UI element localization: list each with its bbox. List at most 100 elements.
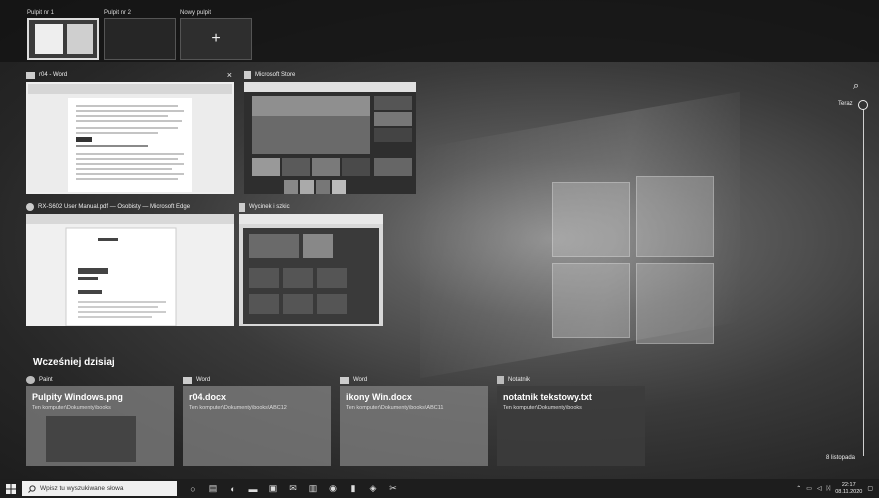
edge-icon[interactable]: ◐ xyxy=(223,479,243,498)
chevron-up-icon[interactable]: ⌃ xyxy=(796,485,801,492)
windows-icon xyxy=(6,483,16,494)
mini-window xyxy=(67,24,93,54)
activity-app: Paint xyxy=(26,374,174,386)
snip-icon[interactable]: ✂ xyxy=(383,479,403,498)
taskbar: Wpisz tu wyszukiwane słowa ○ ▤ ◐ ▬ ▣ ✉ ▥… xyxy=(0,479,879,498)
window-preview[interactable] xyxy=(244,82,416,194)
desktop-thumbnail[interactable] xyxy=(27,18,99,60)
window-title-bar: Microsoft Store xyxy=(244,68,416,82)
activity-card-notepad[interactable]: Notatnik notatnik tekstowy.txt Ten kompu… xyxy=(497,374,645,466)
desktop-label: Pulpit nr 2 xyxy=(104,10,132,16)
taskbar-search-box[interactable]: Wpisz tu wyszukiwane słowa xyxy=(22,481,177,496)
window-title: Microsoft Store xyxy=(255,72,296,78)
clock[interactable]: 22:17 08.11.2020 xyxy=(835,482,862,496)
activity-name: notatnik tekstowy.txt xyxy=(503,392,592,402)
store-icon xyxy=(244,71,251,79)
timeline-scrollbar[interactable] xyxy=(863,104,864,456)
window-title: RX-S602 User Manual.pdf — Osobisty — Mic… xyxy=(38,204,191,210)
virtual-desktops-bar: Pulpit nr 1 Pulpit nr 2 Nowy pulpit + xyxy=(0,0,879,62)
activity-name: Pulpity Windows.png xyxy=(32,392,123,402)
activity-name: r04.docx xyxy=(189,392,227,402)
activity-card[interactable]: Pulpity Windows.png Ten komputer\Dokumen… xyxy=(26,386,174,466)
activity-card[interactable]: r04.docx Ten komputer\Dokumenty\books\AB… xyxy=(183,386,331,466)
timeline-now-marker[interactable] xyxy=(858,100,868,110)
search-icon xyxy=(28,484,36,493)
paint-icon xyxy=(26,376,35,384)
chrome-icon[interactable]: ◉ xyxy=(323,479,343,498)
window-title-bar: Wycinek i szkic xyxy=(239,200,383,214)
search-placeholder: Wpisz tu wyszukiwane słowa xyxy=(40,485,124,492)
activity-app: Word xyxy=(183,374,331,386)
clock-time: 22:17 xyxy=(841,481,856,488)
search-icon[interactable]: ⌕ xyxy=(853,80,859,93)
paint-icon[interactable]: ◈ xyxy=(363,479,383,498)
store-icon[interactable]: ▣ xyxy=(263,479,283,498)
window-word[interactable]: r04 - Word × xyxy=(26,68,234,194)
desktop-label: Pulpit nr 1 xyxy=(27,10,55,16)
network-icon[interactable]: ▭ xyxy=(806,485,812,492)
file-explorer-icon[interactable]: ▬ xyxy=(243,479,263,498)
window-title: r04 - Word xyxy=(39,72,68,78)
word-icon xyxy=(183,376,192,384)
activity-card-word-ikony[interactable]: Word ikony Win.docx Ten komputer\Dokumen… xyxy=(340,374,488,466)
new-desktop-label: Nowy pulpit xyxy=(180,10,212,16)
window-title-bar: RX-S602 User Manual.pdf — Osobisty — Mic… xyxy=(26,200,234,214)
activity-path: Ten komputer\Dokumenty\books xyxy=(32,405,111,411)
activity-name: ikony Win.docx xyxy=(346,392,412,402)
notepad-icon xyxy=(497,376,504,384)
window-snip-and-sketch[interactable]: Wycinek i szkic xyxy=(239,200,383,326)
word-icon[interactable]: ▥ xyxy=(303,479,323,498)
window-preview[interactable] xyxy=(26,82,234,194)
cortana-icon[interactable]: ○ xyxy=(183,479,203,498)
window-edge[interactable]: RX-S602 User Manual.pdf — Osobisty — Mic… xyxy=(26,200,234,326)
windows-logo-wallpaper xyxy=(552,176,714,344)
mini-window xyxy=(35,24,63,54)
activity-card[interactable]: ikony Win.docx Ten komputer\Dokumenty\bo… xyxy=(340,386,488,466)
activity-card-paint[interactable]: Paint Pulpity Windows.png Ten komputer\D… xyxy=(26,374,174,466)
window-title: Wycinek i szkic xyxy=(249,204,290,210)
system-tray: ⌃ ▭ ◁ ᛞ 22:17 08.11.2020 ▢ xyxy=(796,479,879,498)
section-heading: Wcześniej dzisiaj xyxy=(33,357,115,368)
logo-pane xyxy=(636,176,714,257)
word-document-preview xyxy=(28,84,232,192)
activity-app-name: Word xyxy=(353,377,368,383)
clock-date: 08.11.2020 xyxy=(835,488,863,495)
activity-path: Ten komputer\Dokumenty\books\ABC11 xyxy=(346,405,444,411)
timeline-now-label: Teraz xyxy=(838,101,853,107)
window-microsoft-store[interactable]: Microsoft Store xyxy=(244,68,416,194)
desktop-2[interactable]: Pulpit nr 2 xyxy=(104,8,176,60)
start-button[interactable] xyxy=(0,479,22,498)
store-preview xyxy=(244,82,416,194)
activity-card-word-r04[interactable]: Word r04.docx Ten komputer\Dokumenty\boo… xyxy=(183,374,331,466)
activity-app-name: Notatnik xyxy=(508,377,531,383)
window-title-bar: r04 - Word × xyxy=(26,68,234,82)
close-icon[interactable]: × xyxy=(227,68,232,82)
snip-preview xyxy=(239,214,383,324)
new-desktop-thumbnail[interactable]: + xyxy=(180,18,252,60)
image-thumbnail xyxy=(46,416,136,462)
pdf-document-preview xyxy=(26,214,234,326)
language-icon[interactable]: ᛞ xyxy=(827,486,831,492)
activity-app-name: Paint xyxy=(39,377,53,383)
activity-path: Ten komputer\Dokumenty\books\ABC12 xyxy=(189,405,287,411)
desktop-thumbnail[interactable] xyxy=(104,18,176,60)
notifications-icon[interactable]: ▢ xyxy=(867,485,873,492)
plus-icon: + xyxy=(211,30,221,47)
logo-pane xyxy=(552,182,630,257)
volume-icon[interactable]: ◁ xyxy=(817,485,822,492)
desktop-1[interactable]: Pulpit nr 1 xyxy=(27,8,99,60)
new-desktop-button[interactable]: Nowy pulpit + xyxy=(180,8,252,60)
task-view-icon[interactable]: ▤ xyxy=(203,479,223,498)
activity-app-name: Word xyxy=(196,377,211,383)
notepad-icon[interactable]: ▮ xyxy=(343,479,363,498)
mail-icon[interactable]: ✉ xyxy=(283,479,303,498)
timeline-date-label[interactable]: 8 listopada xyxy=(826,455,855,461)
window-preview[interactable] xyxy=(239,214,383,326)
activity-path: Ten komputer\Dokumenty\books xyxy=(503,405,582,411)
activity-card[interactable]: notatnik tekstowy.txt Ten komputer\Dokum… xyxy=(497,386,645,466)
activity-app: Word xyxy=(340,374,488,386)
window-preview[interactable] xyxy=(26,214,234,326)
word-icon xyxy=(340,376,349,384)
edge-icon xyxy=(26,203,34,211)
activity-app: Notatnik xyxy=(497,374,645,386)
